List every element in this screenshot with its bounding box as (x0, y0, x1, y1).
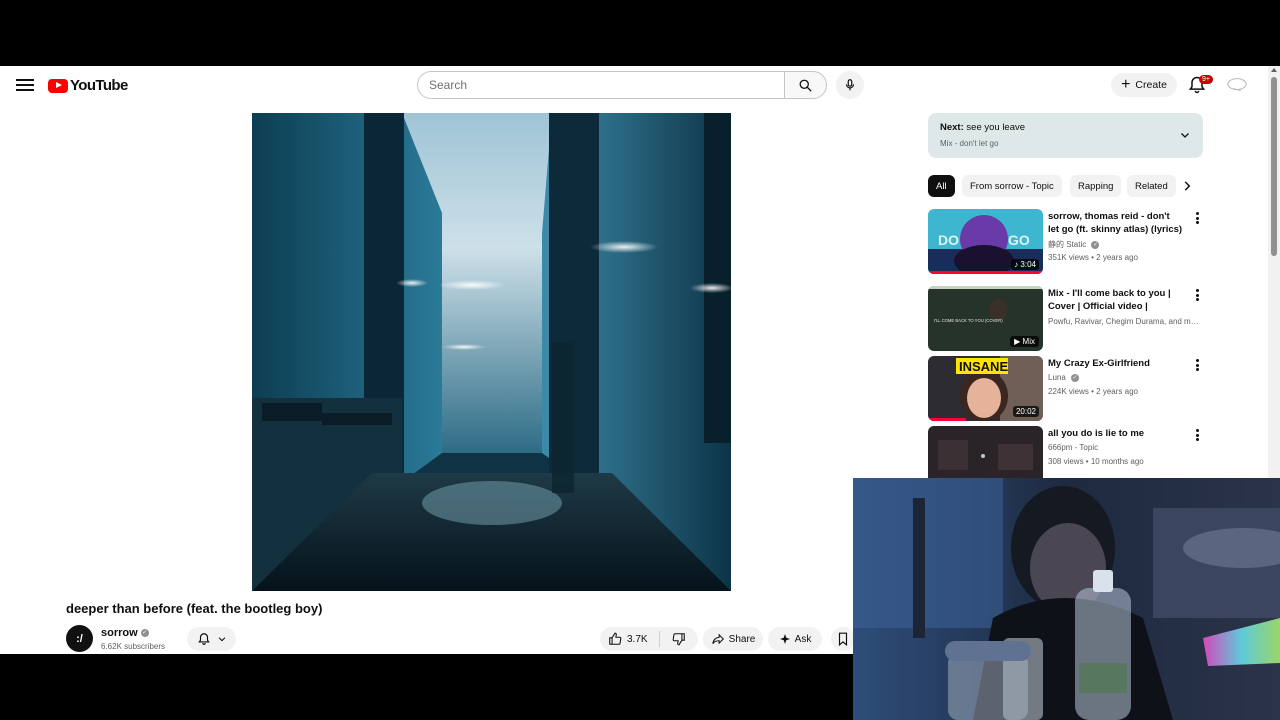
chevron-down-icon[interactable] (1179, 129, 1191, 141)
next-up-video-title: see you leave (966, 122, 1026, 133)
youtube-play-icon (48, 78, 68, 93)
masthead: YouTube + Create 9+ (0, 66, 1268, 104)
video-meta: 351K views • 2 years ago (1048, 253, 1138, 262)
svg-text:DO: DO (938, 232, 959, 248)
dislike-button[interactable] (660, 632, 698, 646)
verified-check-icon: ✓ (140, 629, 149, 638)
thumbs-up-icon (609, 632, 622, 645)
video-title[interactable]: sorrow, thomas reid - don't let go (ft. … (1048, 210, 1183, 236)
verified-check-icon: ✓ (1071, 373, 1080, 382)
video-thumbnail[interactable]: I'LL COME BACK TO YOU (COVER) ▶ Mix (928, 286, 1043, 351)
chip-from-channel[interactable]: From sorrow - Topic (962, 175, 1062, 197)
bell-icon (197, 633, 210, 645)
next-up-title: Next: see you leave (940, 122, 1025, 133)
video-title[interactable]: My Crazy Ex-Girlfriend (1048, 357, 1183, 370)
thumbnail-caption: INSANE (959, 359, 1008, 374)
create-button[interactable]: + Create (1111, 73, 1177, 97)
like-dislike-group: 3.7K (600, 627, 698, 651)
channel-name[interactable]: 静的 Static ✓ (1048, 239, 1200, 250)
more-options-icon[interactable] (1193, 289, 1201, 303)
share-arrow-icon (711, 633, 724, 645)
letterbox-top (0, 0, 1280, 66)
account-avatar-icon[interactable] (1226, 75, 1248, 95)
video-duration: 20:02 (1012, 406, 1039, 417)
channel-avatar[interactable]: :/ (66, 625, 93, 652)
duration-text: 3:04 (1020, 260, 1036, 269)
video-meta: 224K views • 2 years ago (1048, 387, 1138, 396)
recommendation-item[interactable]: DO GO ♪ 3:04 sorrow, thomas reid - don't… (928, 209, 1203, 274)
video-duration: ♪ 3:04 (1011, 259, 1039, 270)
channel-name-text: 静的 Static (1048, 240, 1087, 249)
voice-search-button[interactable] (836, 71, 864, 99)
menu-icon[interactable] (16, 76, 34, 94)
subscriber-count: 6.62K subscribers (101, 642, 166, 651)
channel-name-text: sorrow (101, 627, 138, 639)
chevron-down-icon (218, 637, 225, 642)
chip-related[interactable]: Related (1127, 175, 1176, 197)
microphone-icon (845, 79, 855, 91)
watch-progress-bar (928, 271, 1043, 274)
recommendation-item[interactable]: INSANE 20:02 My Crazy Ex-Girlfriend Luna… (928, 356, 1203, 421)
sparkle-icon (779, 634, 790, 644)
next-up-prefix: Next: (940, 122, 964, 133)
next-up-panel[interactable]: Next: see you leave Mix - don't let go (928, 113, 1203, 158)
scrollbar-thumb[interactable] (1271, 77, 1277, 256)
webcam-feed-image (853, 478, 1280, 720)
ask-label: Ask (794, 633, 812, 645)
recommendation-item[interactable]: I'LL COME BACK TO YOU (COVER) ▶ Mix Mix … (928, 286, 1203, 351)
webcam-overlay (853, 478, 1280, 720)
youtube-logo[interactable]: YouTube (48, 77, 128, 94)
ask-button[interactable]: Ask (768, 627, 822, 651)
watch-progress-bar (928, 418, 966, 421)
share-label: Share (728, 633, 756, 645)
next-up-subtitle: Mix - don't let go (940, 139, 999, 148)
plus-icon: + (1121, 76, 1131, 93)
mix-badge-text: Mix (1022, 337, 1035, 346)
like-button[interactable]: 3.7K (600, 631, 660, 647)
chip-all[interactable]: All (928, 175, 955, 197)
video-thumbnail[interactable]: INSANE 20:02 (928, 356, 1043, 421)
svg-text:GO: GO (1008, 232, 1030, 248)
channel-name-text: Luna (1048, 373, 1066, 382)
search-icon (799, 79, 812, 92)
more-options-icon[interactable] (1193, 212, 1201, 226)
search-button[interactable] (784, 71, 827, 99)
create-label: Create (1135, 79, 1167, 91)
like-count: 3.7K (627, 633, 648, 645)
channel-name[interactable]: 666pm - Topic (1048, 443, 1200, 452)
thumbs-down-icon (672, 633, 685, 646)
more-options-icon[interactable] (1193, 429, 1201, 443)
video-thumbnail[interactable]: DO GO ♪ 3:04 (928, 209, 1043, 274)
mix-badge: ▶ Mix (1010, 336, 1039, 347)
verified-check-icon: ✓ (1091, 240, 1100, 249)
video-title: deeper than before (feat. the bootleg bo… (66, 601, 323, 616)
more-options-icon[interactable] (1193, 359, 1201, 373)
video-title[interactable]: all you do is lie to me (1048, 427, 1183, 440)
channel-name[interactable]: sorrow ✓ (101, 627, 149, 639)
video-frame-image (252, 113, 731, 591)
chip-rapping[interactable]: Rapping (1070, 175, 1122, 197)
logo-text: YouTube (70, 77, 128, 94)
subscription-notifications-button[interactable] (187, 627, 236, 651)
scroll-up-arrow-icon[interactable] (1271, 68, 1277, 72)
filter-chips: All From sorrow - Topic Rapping Related (928, 175, 1198, 197)
channel-name[interactable]: Powfu, Ravivar, Chegim Durama, and more (1048, 317, 1200, 326)
channel-name[interactable]: Luna ✓ (1048, 373, 1200, 382)
video-title[interactable]: Mix - I'll come back to you | Cover | Of… (1048, 287, 1183, 313)
save-button[interactable] (831, 627, 855, 651)
notification-badge: 9+ (1199, 75, 1213, 84)
chevron-right-icon[interactable] (1180, 178, 1194, 194)
video-meta: 308 views • 10 months ago (1048, 457, 1144, 466)
share-button[interactable]: Share (703, 627, 763, 651)
bookmark-icon (838, 632, 848, 646)
video-player[interactable] (252, 113, 731, 591)
thumbnail-caption: I'LL COME BACK TO YOU (COVER) (934, 318, 1003, 323)
search-input[interactable] (417, 71, 784, 99)
